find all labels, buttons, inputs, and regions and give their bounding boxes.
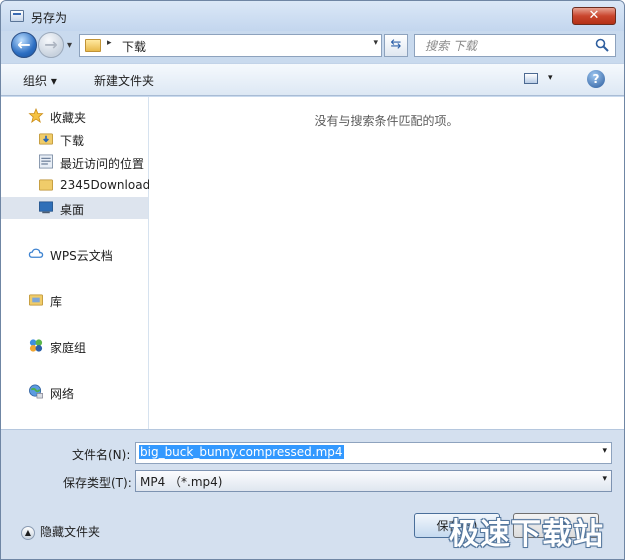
title-bar: 另存为 ✕ <box>1 1 624 31</box>
homegroup-icon <box>29 339 43 352</box>
change-view-icon[interactable] <box>524 73 538 84</box>
close-button[interactable]: ✕ <box>572 7 616 25</box>
filename-label: 文件名(N): <box>72 448 131 462</box>
search-icon[interactable] <box>595 38 609 52</box>
filename-dropdown-icon[interactable]: ▾ <box>602 446 607 456</box>
window-title: 另存为 <box>31 11 68 25</box>
history-dropdown-icon[interactable]: ▾ <box>67 40 72 51</box>
sidebar-item-wps-cloud[interactable]: WPS云文档 <box>1 243 148 265</box>
sidebar-item-favorites[interactable]: 收藏夹 <box>1 105 148 127</box>
navigation-pane: 收藏夹 下载 最近访问的位置 2345Download 桌面 WPS云文档 库 <box>1 97 151 429</box>
sidebar-item-label: 桌面 <box>60 203 85 217</box>
empty-results-message: 没有与搜索条件匹配的项。 <box>314 114 459 128</box>
desktop-icon <box>39 201 53 214</box>
recent-places-icon <box>39 154 53 169</box>
filename-input[interactable]: big_buck_bunny.compressed.mp4 ▾ <box>135 442 612 464</box>
help-button[interactable]: ? <box>587 70 605 88</box>
sidebar-item-label: 库 <box>50 295 63 309</box>
library-icon <box>29 294 43 306</box>
sidebar-item-downloads[interactable]: 下载 <box>1 128 148 150</box>
command-toolbar: 组织 ▾ 新建文件夹 ▾ ? <box>1 63 624 96</box>
filetype-select[interactable]: MP4 （*.mp4) ▾ <box>135 470 612 492</box>
refresh-icon: ⇆ <box>390 37 402 52</box>
sidebar-item-label: 2345Download <box>60 178 151 192</box>
sidebar-item-desktop[interactable]: 桌面 <box>1 197 148 219</box>
filetype-value: MP4 （*.mp4) <box>140 475 223 489</box>
cloud-icon <box>28 248 44 258</box>
filetype-dropdown-icon[interactable]: ▾ <box>602 474 607 484</box>
sidebar-item-2345download[interactable]: 2345Download <box>1 174 151 196</box>
filename-value[interactable]: big_buck_bunny.compressed.mp4 <box>139 445 344 459</box>
forward-arrow-icon: → <box>44 35 58 54</box>
folder-icon <box>39 179 53 191</box>
sidebar-item-label: 收藏夹 <box>50 111 87 125</box>
breadcrumb-current[interactable]: 下载 <box>122 38 146 55</box>
sidebar-item-homegroup[interactable]: 家庭组 <box>1 335 148 357</box>
hide-folders-toggle[interactable]: ▲ 隐藏文件夹 <box>21 523 100 540</box>
organize-menu-button[interactable]: 组织 ▾ <box>23 72 57 89</box>
forward-button[interactable]: → <box>38 32 64 58</box>
sidebar-item-label: WPS云文档 <box>50 249 113 263</box>
sidebar-item-label: 家庭组 <box>50 341 87 355</box>
close-icon: ✕ <box>588 8 600 23</box>
collapse-up-icon: ▲ <box>21 525 35 540</box>
view-options-dropdown-icon[interactable]: ▾ <box>548 73 553 83</box>
search-input[interactable] <box>415 35 595 56</box>
file-list-pane[interactable]: 没有与搜索条件匹配的项。 <box>149 97 624 429</box>
address-bar[interactable]: ▸ 下载 ▾ <box>79 34 382 57</box>
hide-folders-label: 隐藏文件夹 <box>40 525 101 539</box>
sidebar-item-libraries[interactable]: 库 <box>1 289 148 311</box>
filetype-label: 保存类型(T): <box>63 476 132 490</box>
sidebar-item-network[interactable]: 网络 <box>1 381 148 403</box>
save-as-dialog: 另存为 ✕ ← → ▾ ▸ 下载 ▾ ⇆ 组织 ▾ 新建文件夹 ▾ ? <box>0 0 625 560</box>
sidebar-item-recent-places[interactable]: 最近访问的位置 <box>1 151 148 173</box>
new-folder-button[interactable]: 新建文件夹 <box>94 72 154 89</box>
download-folder-icon <box>39 133 53 145</box>
sidebar-item-label: 下载 <box>60 134 85 148</box>
breadcrumb-separator-icon[interactable]: ▸ <box>107 38 112 48</box>
sidebar-item-label: 最近访问的位置 <box>60 157 145 171</box>
help-icon: ? <box>592 72 600 86</box>
sidebar-item-label: 网络 <box>50 387 75 401</box>
folder-icon <box>85 39 101 52</box>
refresh-button[interactable]: ⇆ <box>384 34 408 57</box>
network-icon <box>29 384 43 399</box>
back-button[interactable]: ← <box>11 32 37 58</box>
site-watermark: 极速下载站 <box>449 517 604 552</box>
search-box <box>414 34 616 57</box>
back-arrow-icon: ← <box>17 35 31 54</box>
app-window-icon <box>10 10 24 22</box>
star-icon <box>28 108 44 123</box>
address-dropdown-icon[interactable]: ▾ <box>373 38 378 48</box>
navigation-bar: ← → ▾ ▸ 下载 ▾ ⇆ <box>1 31 624 61</box>
